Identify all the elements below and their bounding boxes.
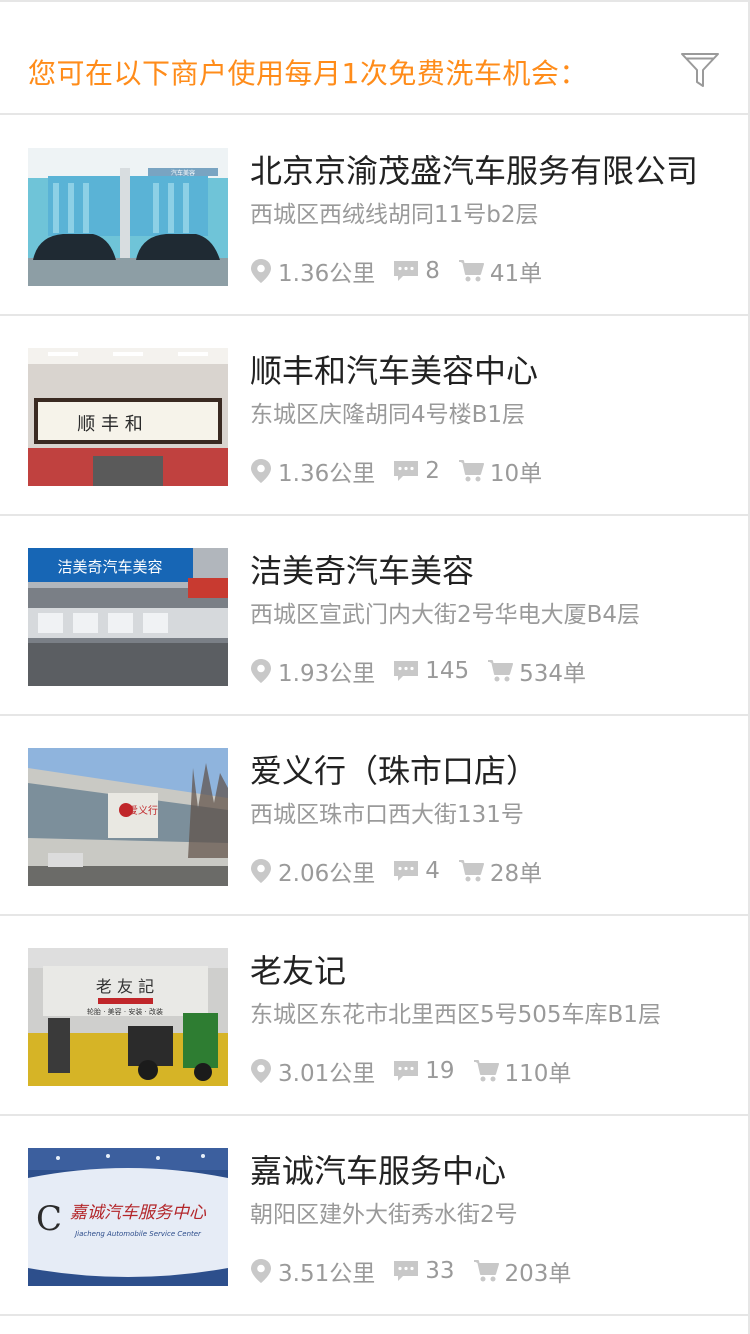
order-count: 534单 [519,661,587,687]
photo-sign-text: 嘉诚汽车服务中心 [70,1203,207,1223]
comment-icon [394,261,419,281]
distance-text: 3.01公里 [278,1061,376,1087]
order-count: 10单 [489,461,543,487]
merchant-name: 北京京渝茂盛汽车服务有限公司 [250,152,699,190]
merchant-photo: 汽车美容 [28,148,228,286]
merchant-name: 洁美奇汽车美容 [250,552,475,590]
distance-text: 2.06公里 [278,861,376,887]
merchant-list-item[interactable]: 老 友 記 轮胎 · 美容 · 安装 · 改装 老友记 东城区东花市北里西区5号… [0,916,750,1116]
distance-text: 1.93公里 [278,661,376,687]
comment-icon [394,661,419,681]
merchant-photo: 老 友 記 轮胎 · 美容 · 安装 · 改装 [28,948,228,1086]
merchant-list-item[interactable]: C 嘉诚汽车服务中心 Jiacheng Automobile Service C… [0,1116,750,1316]
svg-text:C: C [36,1199,62,1239]
comment-icon [394,461,419,481]
comment-count: 8 [425,258,440,284]
photo-sign-text: 顺 丰 和 [77,414,142,435]
merchant-photo: 爱义行 [28,748,228,886]
photo-sign-text: 爱义行 [128,804,158,817]
merchant-stats: 1.93公里 145 534单 [250,654,604,688]
merchant-stats: 2.06公里 4 28单 [250,854,560,888]
filter-icon [681,53,719,87]
order-count: 28单 [489,861,543,887]
merchant-stats: 1.36公里 2 10单 [250,454,560,488]
merchant-address: 东城区东花市北里西区5号505车库B1层 [250,1002,661,1028]
photo-sign-text: 汽车美容 [171,169,195,177]
cart-icon [473,1060,499,1082]
cart-icon [488,660,514,682]
cart-icon [458,260,484,282]
order-count: 203单 [504,1261,572,1287]
merchant-list-item[interactable]: 洁美奇汽车美容 洁美奇汽车美容 西城区宣武门内大街2号华电大厦B4层 1.93公… [0,516,750,716]
comment-icon [394,1261,419,1281]
comment-count: 19 [425,1058,455,1084]
order-count: 41单 [489,261,543,287]
comment-count: 33 [425,1258,455,1284]
filter-button[interactable] [680,50,720,90]
location-pin-icon [251,1059,271,1083]
merchant-stats: 3.01公里 19 110单 [250,1054,589,1088]
distance-text: 1.36公里 [278,461,376,487]
merchant-list-item[interactable]: 顺 丰 和 顺丰和汽车美容中心 东城区庆隆胡同4号楼B1层 1.36公里 2 1… [0,316,750,516]
location-pin-icon [251,659,271,683]
merchant-list-item[interactable]: 汽车美容 北京京渝茂盛汽车服务有限公司 西城区西绒线胡同11号b2层 1.36公… [0,116,750,316]
merchant-name: 顺丰和汽车美容中心 [250,352,539,390]
cart-icon [458,460,484,482]
location-pin-icon [251,1259,271,1283]
merchant-photo: C 嘉诚汽车服务中心 Jiacheng Automobile Service C… [28,1148,228,1286]
distance-text: 3.51公里 [278,1261,376,1287]
merchant-list-item[interactable]: 爱义行 爱义行（珠市口店） 西城区珠市口西大街131号 2.06公里 4 28单 [0,716,750,916]
comment-count: 2 [425,458,440,484]
merchant-address: 朝阳区建外大街秀水街2号 [250,1202,518,1228]
cart-icon [473,1260,499,1282]
location-pin-icon [251,459,271,483]
photo-sign-subtext: Jiacheng Automobile Service Center [73,1230,202,1238]
merchant-list: 汽车美容 北京京渝茂盛汽车服务有限公司 西城区西绒线胡同11号b2层 1.36公… [0,116,750,1316]
merchant-name: 老友记 [250,952,347,990]
location-pin-icon [251,859,271,883]
merchant-address: 西城区珠市口西大街131号 [250,802,524,828]
merchant-stats: 1.36公里 8 41单 [250,254,560,288]
cart-icon [458,860,484,882]
order-count: 110单 [504,1061,572,1087]
merchant-stats: 3.51公里 33 203单 [250,1254,589,1288]
merchant-address: 西城区西绒线胡同11号b2层 [250,202,539,228]
comment-icon [394,861,419,881]
header: 您可在以下商户使用每月1次免费洗车机会： [0,2,750,115]
merchant-photo: 洁美奇汽车美容 [28,548,228,686]
merchant-address: 西城区宣武门内大街2号华电大厦B4层 [250,602,641,628]
comment-count: 145 [425,658,470,684]
page-title: 您可在以下商户使用每月1次免费洗车机会： [28,57,588,90]
merchant-name: 爱义行（珠市口店） [250,752,539,790]
merchant-photo: 顺 丰 和 [28,348,228,486]
location-pin-icon [251,259,271,283]
comment-count: 4 [425,858,440,884]
merchant-name: 嘉诚汽车服务中心 [250,1152,507,1190]
photo-sign-subtext: 轮胎 · 美容 · 安装 · 改装 [87,1007,163,1016]
comment-icon [394,1061,419,1081]
photo-sign-text: 洁美奇汽车美容 [57,558,162,576]
distance-text: 1.36公里 [278,261,376,287]
photo-sign-text: 老 友 記 [96,977,154,996]
merchant-address: 东城区庆隆胡同4号楼B1层 [250,402,526,428]
